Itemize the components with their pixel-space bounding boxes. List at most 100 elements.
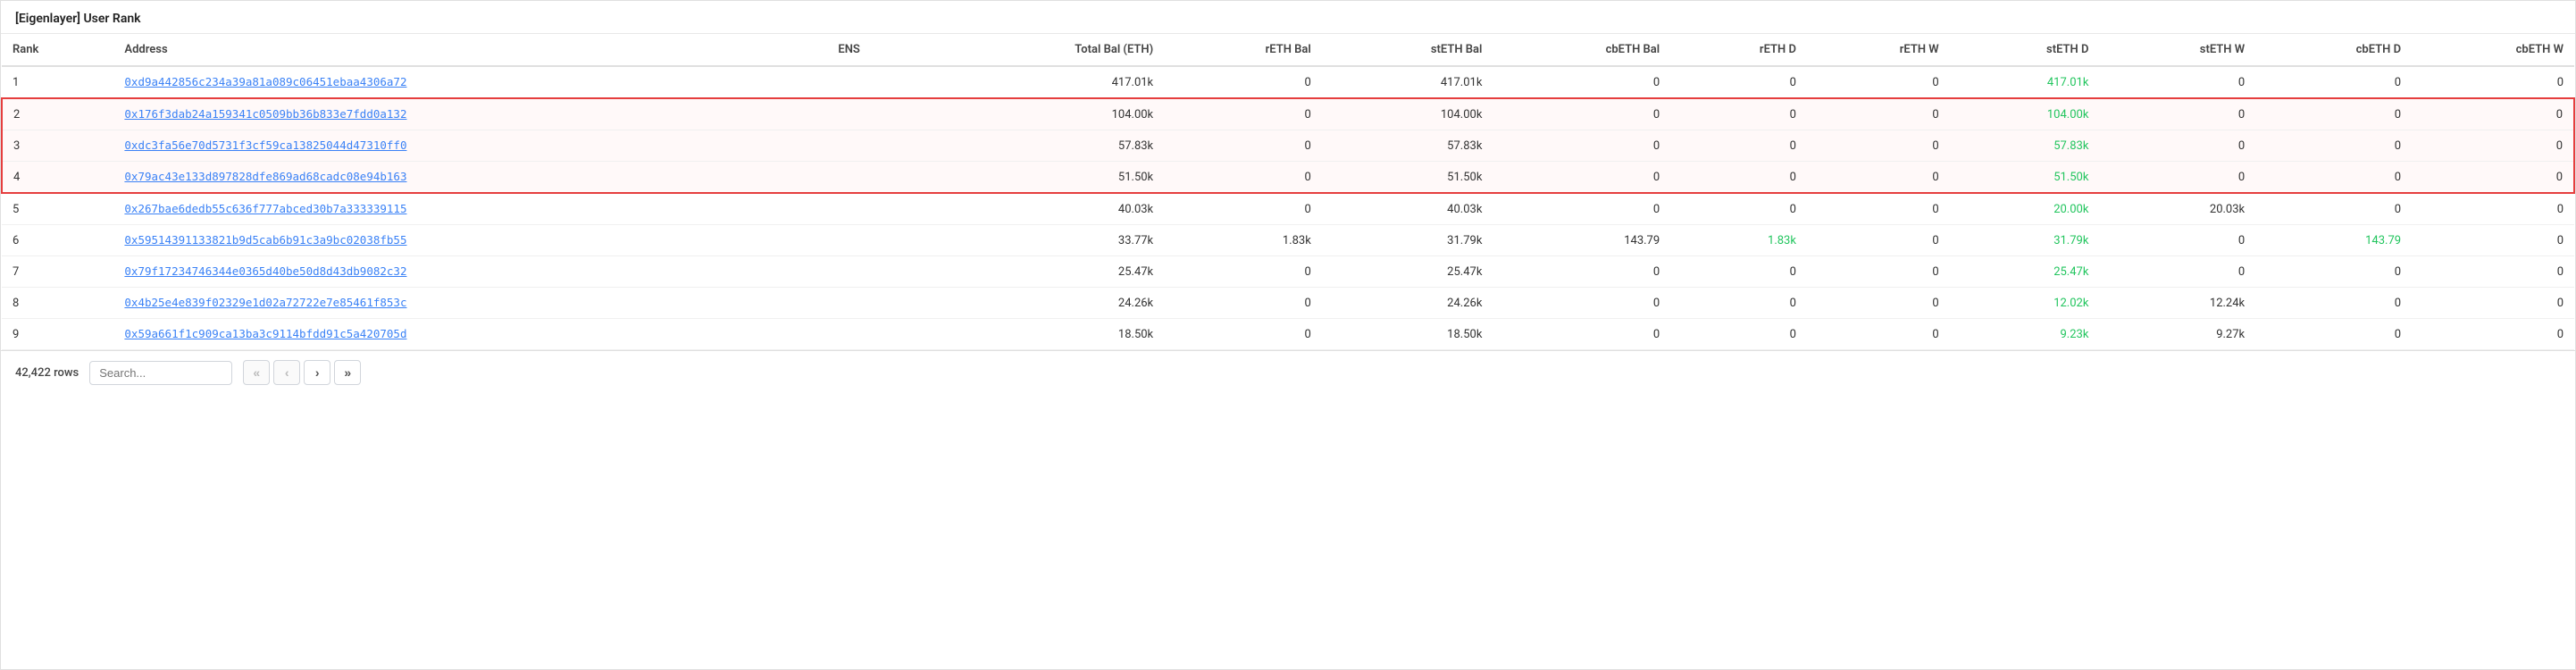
first-page-button[interactable]: « [243,360,270,385]
address-link[interactable]: 0x267bae6dedb55c636f777abced30b7a3333391… [124,202,406,215]
cbeth-bal-cell: 0 [1493,98,1670,130]
pagination-controls: « ‹ › » [243,360,361,385]
reth-d-cell: 0 [1670,98,1807,130]
steth-w-cell: 9.27k [2099,319,2255,350]
col-cbeth-d: cbETH D [2255,34,2412,66]
cbeth-w-cell: 0 [2412,98,2574,130]
steth-d-cell: 57.83k [1950,130,2100,162]
cbeth-w-cell: 0 [2412,66,2574,98]
steth-bal-cell: 40.03k [1322,193,1493,225]
steth-d-cell: 31.79k [1950,225,2100,256]
rank-cell: 4 [2,162,113,194]
cbeth-w-cell: 0 [2412,319,2574,350]
reth-w-cell: 0 [1807,130,1950,162]
table-row: 80x4b25e4e839f02329e1d02a72722e7e85461f8… [2,288,2574,319]
steth-d-cell: 9.23k [1950,319,2100,350]
cbeth-bal-cell: 0 [1493,162,1670,194]
page-container: [Eigenlayer] User Rank Rank Address ENS … [0,0,2576,670]
steth-d-cell: 417.01k [1950,66,2100,98]
reth-d-cell: 0 [1670,288,1807,319]
table-row: 10xd9a442856c234a39a81a089c06451ebaa4306… [2,66,2574,98]
steth-w-cell: 12.24k [2099,288,2255,319]
address-cell: 0x79ac43e133d897828dfe869ad68cadc08e94b1… [113,162,827,194]
cbeth-d-cell: 143.79 [2255,225,2412,256]
col-address: Address [113,34,827,66]
table-body: 10xd9a442856c234a39a81a089c06451ebaa4306… [2,66,2574,350]
table-row: 20x176f3dab24a159341c0509bb36b833e7fdd0a… [2,98,2574,130]
reth-bal-cell: 1.83k [1164,225,1322,256]
cbeth-bal-cell: 0 [1493,193,1670,225]
total-bal-cell: 24.26k [929,288,1164,319]
prev-page-button[interactable]: ‹ [273,360,300,385]
footer-bar: 42,422 rows « ‹ › » [1,350,2575,394]
cbeth-bal-cell: 0 [1493,130,1670,162]
table-row: 60x59514391133821b9d5cab6b91c3a9bc02038f… [2,225,2574,256]
total-bal-cell: 104.00k [929,98,1164,130]
address-cell: 0xdc3fa56e70d5731f3cf59ca13825044d47310f… [113,130,827,162]
col-ens: ENS [827,34,929,66]
reth-d-cell: 0 [1670,130,1807,162]
address-link[interactable]: 0x79ac43e133d897828dfe869ad68cadc08e94b1… [124,170,406,183]
ens-cell [827,66,929,98]
last-page-button[interactable]: » [334,360,361,385]
col-rank: Rank [2,34,113,66]
cbeth-w-cell: 0 [2412,225,2574,256]
steth-d-cell: 51.50k [1950,162,2100,194]
table-wrapper: Rank Address ENS Total Bal (ETH) rETH Ba… [1,34,2575,350]
address-link[interactable]: 0x59a661f1c909ca13ba3c9114bfdd91c5a42070… [124,327,406,340]
cbeth-w-cell: 0 [2412,130,2574,162]
total-bal-cell: 18.50k [929,319,1164,350]
address-link[interactable]: 0x176f3dab24a159341c0509bb36b833e7fdd0a1… [124,107,406,121]
steth-w-cell: 0 [2099,162,2255,194]
address-link[interactable]: 0x4b25e4e839f02329e1d02a72722e7e85461f85… [124,296,406,309]
col-reth-d: rETH D [1670,34,1807,66]
ens-cell [827,98,929,130]
next-page-button[interactable]: › [304,360,330,385]
steth-d-cell: 104.00k [1950,98,2100,130]
table-section: Rank Address ENS Total Bal (ETH) rETH Ba… [1,34,2575,350]
table-row: 4 0x79ac43e133d897828dfe869ad68cadc08e94b… [2,162,2574,194]
reth-w-cell: 0 [1807,98,1950,130]
col-reth-w: rETH W [1807,34,1950,66]
reth-bal-cell: 0 [1164,130,1322,162]
steth-d-cell: 20.00k [1950,193,2100,225]
reth-d-cell: 1.83k [1670,225,1807,256]
reth-w-cell: 0 [1807,288,1950,319]
reth-d-cell: 0 [1670,193,1807,225]
table-title: [Eigenlayer] User Rank [1,1,2575,34]
cbeth-bal-cell: 143.79 [1493,225,1670,256]
reth-d-cell: 0 [1670,66,1807,98]
cbeth-d-cell: 0 [2255,162,2412,194]
address-link[interactable]: 0xd9a442856c234a39a81a089c06451ebaa4306a… [124,75,406,88]
steth-w-cell: 0 [2099,225,2255,256]
reth-w-cell: 0 [1807,319,1950,350]
ens-cell [827,193,929,225]
steth-bal-cell: 24.26k [1322,288,1493,319]
address-link[interactable]: 0x59514391133821b9d5cab6b91c3a9bc02038fb… [124,233,406,247]
cbeth-d-cell: 0 [2255,319,2412,350]
total-bal-cell: 25.47k [929,256,1164,288]
reth-w-cell: 0 [1807,225,1950,256]
reth-bal-cell: 0 [1164,98,1322,130]
header-row: Rank Address ENS Total Bal (ETH) rETH Ba… [2,34,2574,66]
cbeth-w-cell: 0 [2412,162,2574,194]
address-cell: 0x4b25e4e839f02329e1d02a72722e7e85461f85… [113,288,827,319]
total-bal-cell: 57.83k [929,130,1164,162]
table-header: Rank Address ENS Total Bal (ETH) rETH Ba… [2,34,2574,66]
steth-bal-cell: 57.83k [1322,130,1493,162]
total-bal-cell: 51.50k [929,162,1164,194]
steth-d-cell: 12.02k [1950,288,2100,319]
cbeth-d-cell: 0 [2255,256,2412,288]
cbeth-d-cell: 0 [2255,130,2412,162]
search-input[interactable] [89,361,232,385]
rank-cell: 9 [2,319,113,350]
cbeth-d-cell: 0 [2255,98,2412,130]
col-steth-w: stETH W [2099,34,2255,66]
steth-bal-cell: 104.00k [1322,98,1493,130]
address-link[interactable]: 0xdc3fa56e70d5731f3cf59ca13825044d47310f… [124,138,406,152]
steth-w-cell: 0 [2099,130,2255,162]
address-link[interactable]: 0x79f17234746344e0365d40be50d8d43db9082c… [124,264,406,278]
ens-cell [827,225,929,256]
ens-cell [827,162,929,194]
address-cell: 0xd9a442856c234a39a81a089c06451ebaa4306a… [113,66,827,98]
